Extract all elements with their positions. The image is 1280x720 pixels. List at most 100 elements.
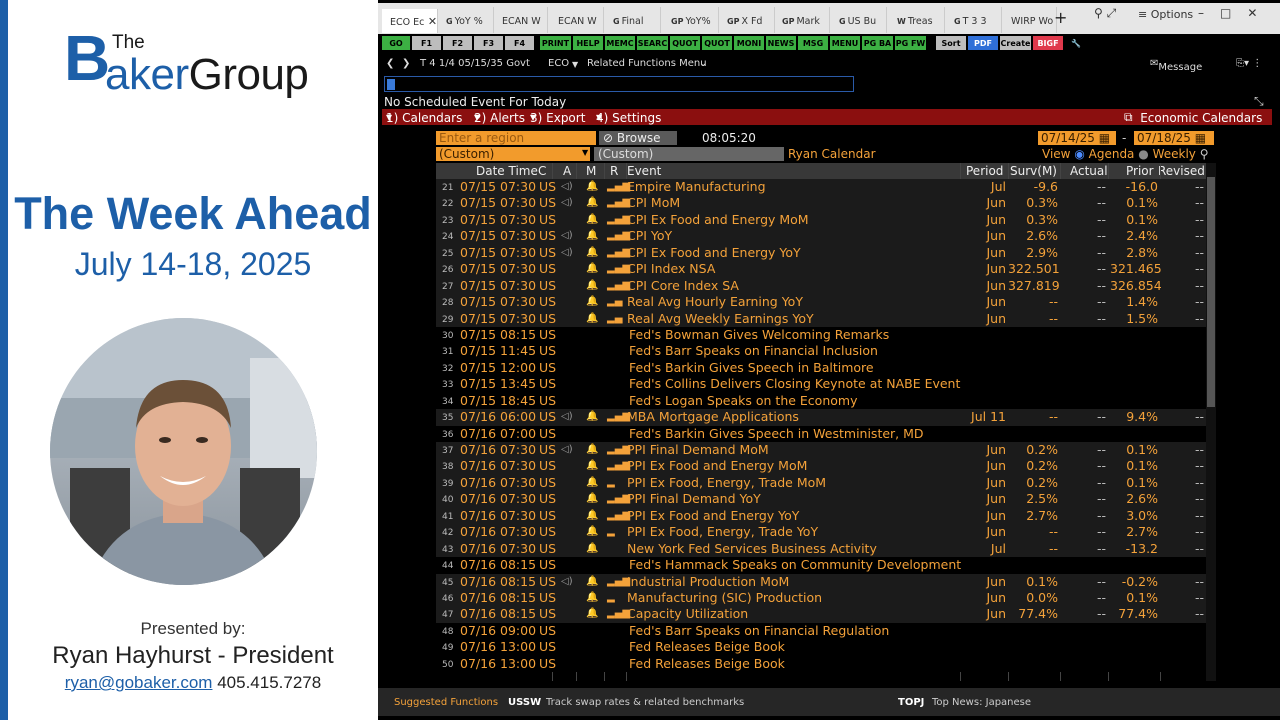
table-row[interactable]: 33 07/15 13:45 US Fed's Collins Delivers Cl… (436, 376, 1214, 393)
window-controls[interactable]: –□✕ (1198, 6, 1273, 20)
table-row[interactable]: 29 07/15 07:30 US 🔔 ▂▄ Real Avg Weekly Earnin… (436, 310, 1214, 327)
fkey-14[interactable]: MENU (830, 36, 860, 50)
table-row[interactable]: 30 07/15 08:15 US Fed's Bowman Gives Welcom… (436, 326, 1214, 344)
dropdown-icon[interactable]: ▼ (572, 60, 578, 69)
table-row[interactable]: 25 07/15 07:30 US ◁) 🔔 ▂▄▆ CPI Ex Food and Ene… (436, 244, 1214, 262)
tab-7[interactable]: GP Mark (776, 7, 830, 33)
table-row[interactable]: 26 07/15 07:30 US 🔔 ▂▄▆ CPI Index NSA Jun 322.5… (436, 261, 1214, 278)
message-button[interactable]: ✉ Message (1150, 58, 1202, 73)
export-menu[interactable]: 3) Export ▾ (530, 110, 585, 125)
table-row[interactable]: 49 07/16 13:00 US Fed Releases Beige Book (436, 639, 1214, 656)
col-revised[interactable]: Revised (1158, 164, 1205, 178)
fkey-19[interactable]: Create (1000, 36, 1031, 50)
tab-0[interactable]: ECO Ec ✕ (382, 9, 438, 33)
scrollbar[interactable] (1206, 163, 1216, 681)
table-row[interactable]: 31 07/15 11:45 US Fed's Barr Speaks on Fina… (436, 343, 1214, 360)
col-actual[interactable]: Actual (1070, 164, 1108, 178)
tab-10[interactable]: GT 3 3 (948, 7, 1002, 33)
col-period[interactable]: Period (966, 164, 1003, 178)
table-row[interactable]: 45 07/16 08:15 US ◁) 🔔 ▂▄▆ Industrial Producti… (436, 573, 1214, 590)
ussw-code[interactable]: USSW (508, 697, 541, 708)
table-row[interactable]: 28 07/15 07:30 US 🔔 ▂▄ Real Avg Hourly Earnin… (436, 294, 1214, 311)
fkey-12[interactable]: NEWS (766, 36, 796, 50)
economic-calendars-link[interactable]: ⧉ Economic Calendars (1124, 110, 1262, 125)
custom-dropdown-1[interactable]: (Custom) (436, 147, 590, 161)
col-datetime[interactable]: Date Time (476, 164, 538, 178)
start-date-input[interactable]: 07/14/25 ▦ (1038, 131, 1116, 145)
region-input[interactable]: Enter a region (436, 131, 596, 145)
view-toggle[interactable]: View ◉ Agenda ● Weekly ⚲ (1042, 147, 1209, 161)
command-input[interactable] (384, 76, 854, 92)
fkey-5[interactable]: PRINT (540, 36, 571, 50)
fkey-16[interactable]: PG FW (895, 36, 926, 50)
browse-button[interactable]: ⊘ Browse (599, 131, 677, 145)
dropdown-arrow-icon[interactable]: ▼ (582, 148, 589, 157)
col-country[interactable]: C (538, 164, 546, 178)
tab-6[interactable]: GP X Fd (721, 7, 775, 33)
table-row[interactable]: 34 07/15 18:45 US Fed's Logan Speaks on the… (436, 392, 1214, 410)
topj-desc[interactable]: Top News: Japanese (932, 697, 1031, 708)
end-date-input[interactable]: 07/18/25 ▦ (1134, 131, 1214, 145)
table-row[interactable]: 24 07/15 07:30 US ◁) 🔔 ▂▄▆ CPI YoY Jun 2.6% -- 2.4… (436, 228, 1214, 245)
table-row[interactable]: 47 07/16 08:15 US 🔔 ▂▄▆ Capacity Utilization J… (436, 606, 1214, 623)
table-row[interactable]: 32 07/15 12:00 US Fed's Barkin Gives Speech… (436, 359, 1214, 377)
table-row[interactable]: 39 07/16 07:30 US 🔔 ▂ PPI Ex Food, Energy, Tr… (436, 474, 1214, 492)
close-icon[interactable]: ✕ (424, 15, 437, 28)
related-functions-menu[interactable]: Related Functions Menu (587, 58, 707, 69)
settings-menu[interactable]: 4) Settings ▾ (596, 110, 661, 125)
expand-icon[interactable]: ⤡ (1254, 94, 1264, 109)
table-row[interactable]: 36 07/16 07:00 US Fed's Barkin Gives Speech… (436, 425, 1214, 442)
tab-11[interactable]: WIRP Wo (1003, 7, 1057, 33)
fkey-18[interactable]: PDF (968, 36, 998, 50)
chevron-down-icon[interactable]: ⌄ (699, 58, 707, 69)
window-menu-icon[interactable]: ⎘▾ ⋮ (1236, 58, 1262, 69)
fkey-17[interactable]: Sort (936, 36, 966, 50)
fkey-13[interactable]: MSG (798, 36, 828, 50)
col-prior[interactable]: Prior (1126, 164, 1154, 178)
fkey-4[interactable]: F4 (505, 36, 534, 50)
topj-code[interactable]: TOPJ (898, 697, 924, 708)
fkey-15[interactable]: PG BA (862, 36, 893, 50)
table-row[interactable]: 27 07/15 07:30 US 🔔 ▂▄▆ CPI Core Index SA Jun 3… (436, 277, 1214, 295)
table-row[interactable]: 37 07/16 07:30 US ◁) 🔔 ▂▄▆ PPI Final Demand Mo… (436, 442, 1214, 459)
fkey-0[interactable]: GO (382, 36, 410, 50)
tab-5[interactable]: GP YoY% (665, 7, 719, 33)
table-row[interactable]: 50 07/16 13:00 US Fed Releases Beige Book (436, 655, 1214, 673)
table-row[interactable]: 23 07/15 07:30 US 🔔 ▂▄▆ CPI Ex Food and Energ… (436, 211, 1214, 229)
alerts-menu[interactable]: 2) Alerts ▾ (474, 110, 525, 125)
table-row[interactable]: 21 07/15 07:30 US ◁) 🔔 ▂▄▆ Empire Manufacturin… (436, 179, 1214, 196)
back-arrow-icon[interactable]: ❮ (386, 58, 394, 69)
table-row[interactable]: 48 07/16 09:00 US Fed's Barr Speaks on Fina… (436, 622, 1214, 640)
table-row[interactable]: 40 07/16 07:30 US 🔔 ▂▄▆ PPI Final Demand YoY J… (436, 491, 1214, 508)
custom-dropdown-2[interactable]: (Custom) (594, 147, 784, 161)
fkey-6[interactable]: HELP (573, 36, 603, 50)
tab-8[interactable]: G US Bu (833, 7, 887, 33)
table-row[interactable]: 44 07/16 08:15 US Fed's Hammack Speaks on C… (436, 557, 1214, 574)
fkey-8[interactable]: SEARC (637, 36, 668, 50)
table-row[interactable]: 35 07/16 06:00 US ◁) 🔔 ▂▄▆ MBA Mortgage Applic… (436, 409, 1214, 426)
tab-3[interactable]: ECAN W (550, 7, 604, 33)
table-row[interactable]: 38 07/16 07:30 US 🔔 ▂▄▆ PPI Ex Food and Energ… (436, 458, 1214, 475)
fkey-11[interactable]: MONI (734, 36, 764, 50)
tab-1[interactable]: G YoY % (440, 7, 494, 33)
tab-9[interactable]: W Treas (891, 7, 945, 33)
tab-2[interactable]: ECAN W (494, 7, 548, 33)
forward-arrow-icon[interactable]: ❯ (402, 58, 410, 69)
fkey-2[interactable]: F2 (443, 36, 472, 50)
col-survey[interactable]: Surv(M) (1010, 164, 1057, 178)
calendars-menu[interactable]: 1) Calendars ▾ (386, 110, 462, 125)
tab-4[interactable]: G Final (607, 7, 661, 33)
window-tools-icons[interactable]: ⚲ ⤢ (1094, 6, 1116, 21)
col-relevance[interactable]: R (610, 164, 618, 178)
table-row[interactable]: 42 07/16 07:30 US 🔔 ▂ PPI Ex Food, Energy, Tr… (436, 524, 1214, 541)
table-row[interactable]: 43 07/16 07:30 US 🔔 New York Fed Services Bu… (436, 540, 1214, 558)
fkey-7[interactable]: MEMC (605, 36, 635, 50)
fkey-20[interactable]: BIGF (1033, 36, 1063, 50)
col-event[interactable]: Event (627, 164, 661, 178)
scrollbar-thumb[interactable] (1207, 177, 1215, 407)
col-alert[interactable]: A (563, 164, 571, 178)
table-row[interactable]: 22 07/15 07:30 US ◁) 🔔 ▂▄▆ CPI MoM Jun 0.3% -- 0.1… (436, 195, 1214, 212)
options-menu[interactable]: ≡ Options (1138, 8, 1193, 21)
email-link[interactable]: ryan@gobaker.com (65, 673, 213, 692)
col-monitor[interactable]: M (586, 164, 596, 178)
